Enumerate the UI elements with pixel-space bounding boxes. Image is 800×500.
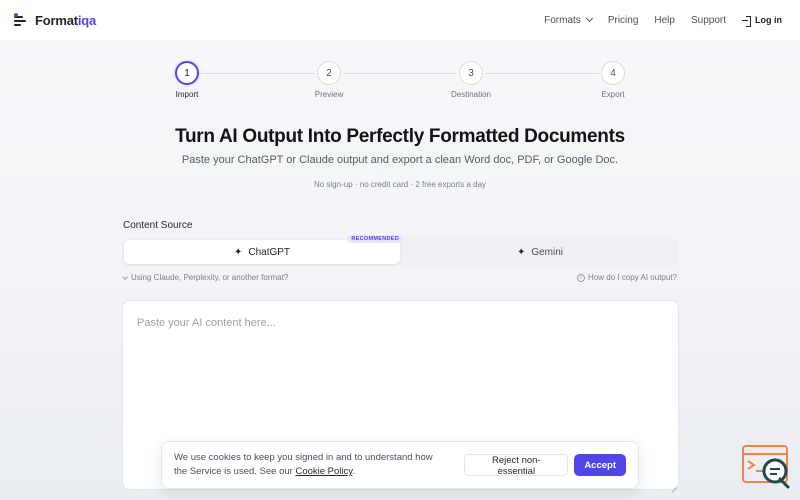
chevron-down-icon [122,273,128,280]
info-icon: i [577,273,586,282]
login-button[interactable]: Log in [742,15,782,27]
accept-cookies-button[interactable]: Accept [574,454,626,476]
content-source-label: Content Source [123,220,193,231]
other-format-link[interactable]: Using Claude, Perplexity, or another for… [122,273,289,282]
step-connector [485,73,599,74]
copy-help-link[interactable]: i How do I copy AI output? [577,273,677,282]
chevron-down-icon [585,14,593,23]
nav-support[interactable]: Support [691,15,726,26]
copy-help-label: How do I copy AI output? [588,273,677,282]
progress-stepper: 1 Import 2 Preview 3 Destination 4 Expor… [175,61,625,105]
sparkle-icon: ✦ [516,246,526,258]
step-number: 3 [459,61,483,85]
step-label: Export [601,90,625,99]
cookie-policy-link[interactable]: Cookie Policy [295,466,352,477]
step-destination[interactable]: 3 Destination [441,61,501,99]
hero-note: No sign-up · no credit card · 2 free exp… [313,180,487,189]
step-number: 4 [601,61,625,85]
sparkle-icon: ✦ [233,246,243,258]
other-format-label: Using Claude, Perplexity, or another for… [131,273,289,282]
step-number: 2 [317,61,341,85]
login-label: Log in [755,15,782,25]
nav-formats[interactable]: Formats [544,14,593,26]
logo-text: Formatiqa [35,12,97,28]
nav-help[interactable]: Help [654,15,675,26]
cookie-banner: We use cookies to keep you signed in and… [161,441,639,489]
step-connector [201,73,315,74]
logo-icon [14,13,28,26]
step-number: 1 [175,61,199,85]
tab-label: Gemini [531,246,564,258]
reject-cookies-button[interactable]: Reject non-essential [464,454,569,477]
site-header: Formatiqa Formats Pricing Help Support L… [0,0,800,40]
main-nav: Formats Pricing Help Support Log in [544,0,782,40]
chat-widget-icon[interactable] [742,445,792,490]
tab-gemini[interactable]: ✦ Gemini [402,238,678,266]
recommended-badge: RECOMMENDED [347,235,403,243]
cookie-text: We use cookies to keep you signed in and… [174,452,433,477]
step-export[interactable]: 4 Export [583,61,643,99]
step-label: Preview [314,90,344,99]
step-connector [343,73,457,74]
step-label: Destination [450,90,492,99]
logo[interactable]: Formatiqa [14,13,96,28]
nav-pricing[interactable]: Pricing [608,15,639,26]
tab-label: ChatGPT [248,246,291,258]
step-label: Import [175,90,199,99]
page-subtitle: Paste your ChatGPT or Claude output and … [181,154,619,166]
resize-handle[interactable] [670,481,677,488]
nav-formats-label: Formats [544,14,581,26]
login-icon [742,15,751,27]
source-tabs: ✦ ChatGPT RECOMMENDED ✦ Gemini [122,235,678,266]
page-title: Turn AI Output Into Perfectly Formatted … [175,126,625,147]
step-import[interactable]: 1 Import [157,61,217,99]
step-preview[interactable]: 2 Preview [299,61,359,99]
tab-chatgpt[interactable]: ✦ ChatGPT RECOMMENDED [124,235,403,264]
